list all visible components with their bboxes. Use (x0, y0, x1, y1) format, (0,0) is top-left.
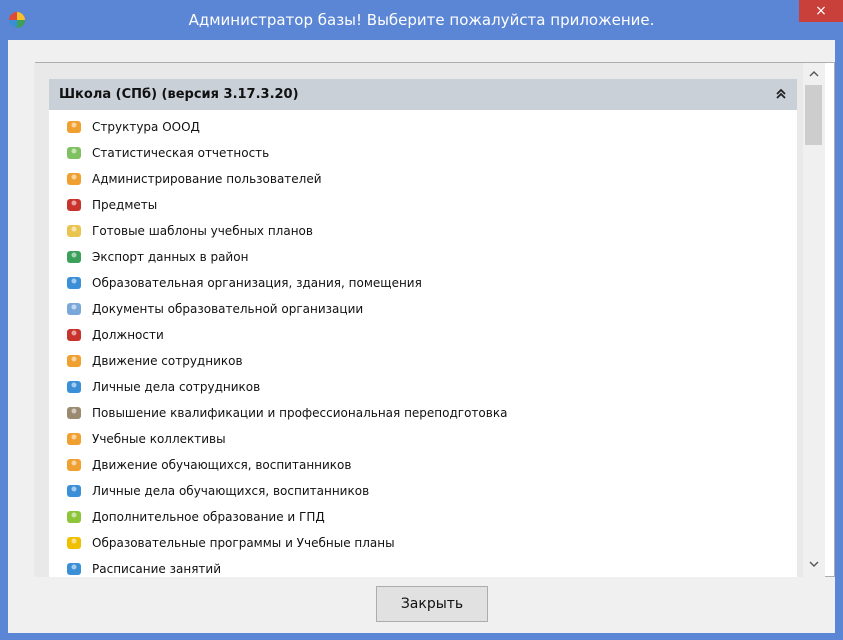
list-item[interactable]: Расписание занятий (49, 556, 797, 577)
list-item-label: Движение сотрудников (92, 354, 243, 368)
student-card-icon (67, 485, 81, 497)
list-item[interactable]: Статистическая отчетность (49, 140, 797, 166)
globe-export-icon (67, 251, 81, 263)
list-item[interactable]: Учебные коллективы (49, 426, 797, 452)
list-item-label: Движение обучающихся, воспитанников (92, 458, 352, 472)
card-icon (67, 381, 81, 393)
list-item[interactable]: Дополнительное образование и ГПД (49, 504, 797, 530)
program-icon (67, 537, 81, 549)
list-item[interactable]: Готовые шаблоны учебных планов (49, 218, 797, 244)
list-item[interactable]: Администрирование пользователей (49, 166, 797, 192)
list-item-label: Дополнительное образование и ГПД (92, 510, 325, 524)
list-item-label: Структура ОООД (92, 120, 200, 134)
items-container: Структура ОООД Статистическая отчетность А… (49, 110, 797, 577)
dialog-window: Администратор базы! Выберите пожалуйста … (0, 0, 843, 640)
list-item[interactable]: Образовательная организация, здания, пом… (49, 270, 797, 296)
person-orange-icon (67, 121, 81, 133)
report-icon (67, 147, 81, 159)
title-bar[interactable]: Администратор базы! Выберите пожалуйста … (0, 0, 843, 40)
person-move-icon (67, 355, 81, 367)
chevron-down-icon (809, 561, 819, 567)
scroll-thumb[interactable] (805, 85, 822, 145)
extra-education-icon (67, 511, 81, 523)
group-icon (67, 433, 81, 445)
schedule-icon (67, 563, 81, 575)
list-item[interactable]: Документы образовательной организации (49, 296, 797, 322)
list-item-label: Экспорт данных в район (92, 250, 249, 264)
list-item[interactable]: Образовательные программы и Учебные план… (49, 530, 797, 556)
briefcase-icon (67, 329, 81, 341)
list-item-label: Должности (92, 328, 164, 342)
building-icon (67, 277, 81, 289)
list-item[interactable]: Структура ОООД (49, 114, 797, 140)
list-item[interactable]: Движение сотрудников (49, 348, 797, 374)
scroll-up-button[interactable] (803, 67, 825, 83)
list-item[interactable]: Экспорт данных в район (49, 244, 797, 270)
list-item-label: Повышение квалификации и профессиональна… (92, 406, 508, 420)
list-item[interactable]: Личные дела сотрудников (49, 374, 797, 400)
list-item[interactable]: Должности (49, 322, 797, 348)
list-item-label: Учебные коллективы (92, 432, 226, 446)
user-admin-icon (67, 173, 81, 185)
scroll-down-button[interactable] (803, 557, 825, 573)
list-item-label: Готовые шаблоны учебных планов (92, 224, 313, 238)
list-item-label: Образовательная организация, здания, пом… (92, 276, 422, 290)
group-header[interactable]: Школа (СПб) (версия 3.17.3.20) (49, 79, 797, 110)
list-item-label: Статистическая отчетность (92, 146, 270, 160)
student-move-icon (67, 459, 81, 471)
list-item-label: Расписание занятий (92, 562, 222, 576)
list-item-label: Образовательные программы и Учебные план… (92, 536, 395, 550)
graduate-icon (67, 407, 81, 419)
folder-doc-icon (67, 225, 81, 237)
list-item[interactable]: Движение обучающихся, воспитанников (49, 452, 797, 478)
list-item-label: Личные дела обучающихся, воспитанников (92, 484, 370, 498)
list-item-label: Предметы (92, 198, 158, 212)
blackboard-icon (67, 199, 81, 211)
documents-icon (67, 303, 81, 315)
list-item-label: Администрирование пользователей (92, 172, 322, 186)
application-list: Школа (СПб) (версия 3.17.3.20) Структура… (34, 63, 803, 577)
double-chevron-up-icon (776, 88, 786, 99)
collapse-icon[interactable] (773, 86, 789, 102)
chevron-up-icon (809, 71, 819, 77)
window-title: Администратор базы! Выберите пожалуйста … (188, 11, 655, 29)
list-item-label: Личные дела сотрудников (92, 380, 261, 394)
close-window-button[interactable]: × (799, 0, 843, 22)
list-item[interactable]: Повышение квалификации и профессиональна… (49, 400, 797, 426)
list-item[interactable]: Предметы (49, 192, 797, 218)
close-button[interactable]: Закрыть (376, 586, 488, 622)
group-title: Школа (СПб) (версия 3.17.3.20) (59, 87, 299, 102)
vertical-scrollbar[interactable] (803, 63, 825, 577)
list-item-label: Документы образовательной организации (92, 302, 364, 316)
list-item[interactable]: Личные дела обучающихся, воспитанников (49, 478, 797, 504)
